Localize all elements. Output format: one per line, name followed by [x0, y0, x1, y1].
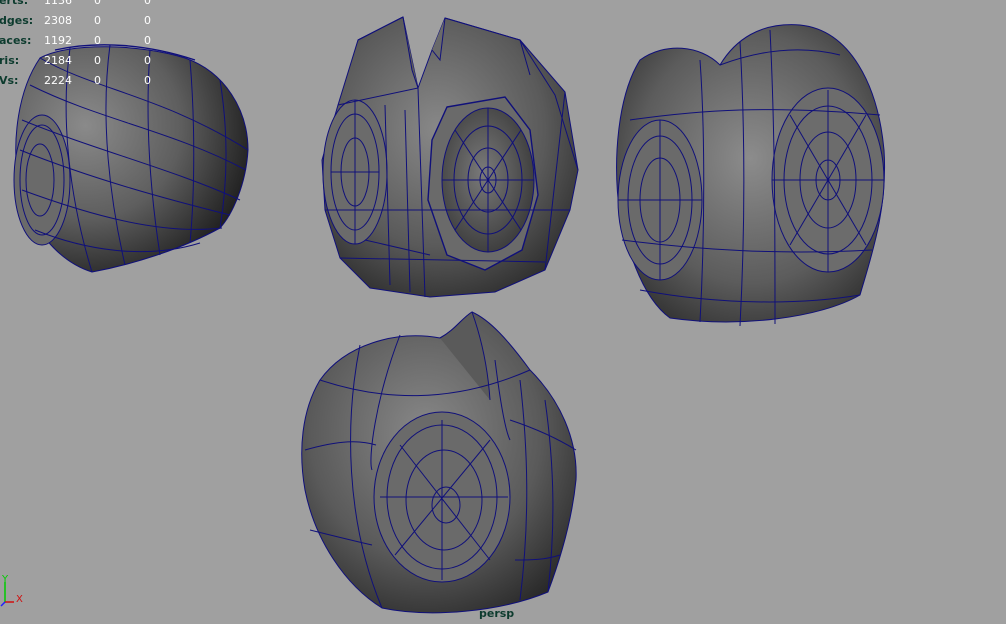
hud-label: Vs:	[0, 74, 19, 87]
hud-value: 0	[144, 14, 151, 27]
hud-value: 0	[94, 14, 101, 27]
hud-value: 0	[144, 74, 151, 87]
helmet-front-smooth[interactable]	[616, 24, 886, 327]
hud-value: 0	[144, 0, 151, 7]
hud-value: 0	[144, 54, 151, 67]
hud-value: 0	[144, 34, 151, 47]
hud-value: 0	[94, 54, 101, 67]
hud-label: ris:	[0, 54, 20, 67]
hud-value: 0	[94, 34, 101, 47]
persp-viewport[interactable]: erts: 1136 0 0 dges: 2308 0 0 aces: 1192…	[0, 0, 1006, 624]
hud-label: aces:	[0, 34, 32, 47]
y-axis-label: Y	[1, 574, 9, 585]
camera-name-label: persp	[479, 607, 515, 620]
hud-label: erts:	[0, 0, 29, 7]
hud-value: 2184	[44, 54, 72, 67]
axis-gizmo-icon: Y X	[0, 574, 23, 607]
hud-value: 1192	[44, 34, 72, 47]
hud-value: 0	[94, 74, 101, 87]
hud-value: 1136	[44, 0, 72, 7]
x-axis-label: X	[16, 594, 23, 605]
helmet-three-quarter-view[interactable]	[301, 311, 577, 614]
z-axis-line	[0, 601, 6, 607]
hud-value: 0	[94, 0, 101, 7]
scene-canvas[interactable]	[0, 0, 1006, 624]
hud-value: 2224	[44, 74, 72, 87]
hud-label: dges:	[0, 14, 34, 27]
helmet-front-faceted[interactable]	[321, 16, 579, 298]
hud-value: 2308	[44, 14, 72, 27]
